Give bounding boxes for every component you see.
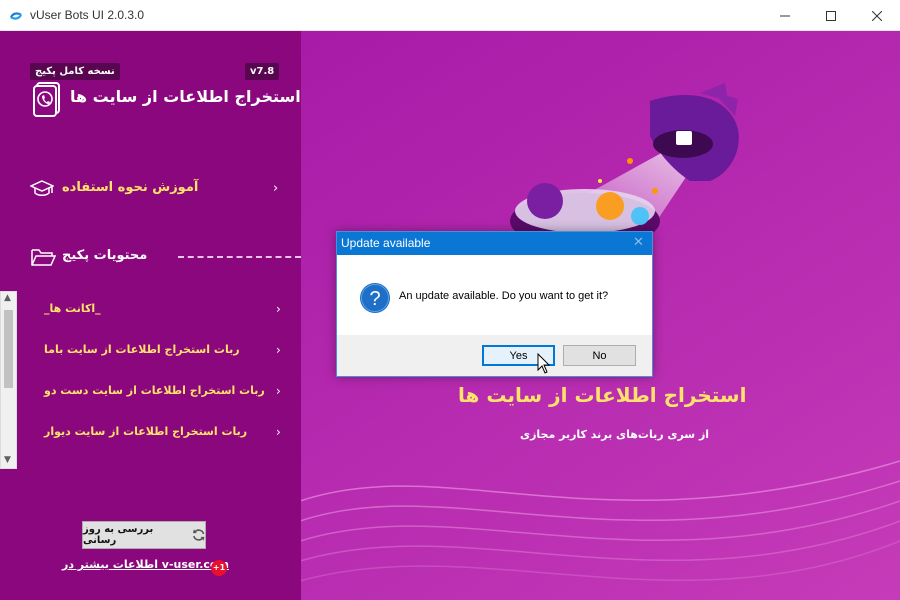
maximize-icon <box>826 10 836 21</box>
dialog-title: Update available <box>341 236 431 250</box>
update-dialog: Update available ✕ ? An update available… <box>336 231 653 377</box>
app-logo-icon <box>10 12 22 20</box>
sidebar: نسخه کامل پکیج v7.8 استخراج اطلاعات از س… <box>0 31 301 600</box>
dialog-footer: Yes No <box>337 335 652 376</box>
scroll-down-icon[interactable]: ▼ <box>4 455 11 465</box>
close-icon <box>872 10 882 21</box>
dialog-titlebar: Update available ✕ <box>337 232 652 255</box>
window-title: vUser Bots UI 2.0.3.0 <box>30 8 145 22</box>
question-icon: ? <box>360 283 390 313</box>
hero-title: استخراج اطلاعات از سایت ها <box>458 383 747 407</box>
chevron-right-icon: › <box>273 181 279 196</box>
app-name: استخراج اطلاعات از سایت ها <box>70 87 301 106</box>
scroll-up-icon[interactable]: ▲ <box>4 293 11 303</box>
hero-subtitle: از سری ربات‌های برند کاربر مجازی <box>520 428 710 441</box>
list-item-label: _اکانت ها_ <box>44 302 101 315</box>
no-button[interactable]: No <box>563 345 636 366</box>
phone-book-icon <box>33 82 60 117</box>
mouse-cursor-icon <box>537 353 551 374</box>
list-item-label: ربات استخراج اطلاعات از سایت باما <box>44 343 240 356</box>
more-info-link[interactable]: اطلاعات بیشتر در v-user.com <box>62 558 229 571</box>
list-item-accounts[interactable]: _اکانت ها_ › <box>44 300 289 322</box>
dashed-divider <box>178 256 301 258</box>
update-button-label: بررسی به روز رسانی <box>83 524 154 546</box>
window-titlebar: vUser Bots UI 2.0.3.0 <box>0 0 900 31</box>
close-button[interactable] <box>854 0 900 31</box>
list-item-divar-bot[interactable]: ربات استخراج اطلاعات از سایت دیوار › <box>44 423 289 445</box>
chevron-right-icon: › <box>276 302 281 316</box>
package-contents-header: محتویات پکیج <box>30 244 301 272</box>
maximize-button[interactable] <box>808 0 854 31</box>
folder-open-icon <box>31 249 56 266</box>
list-item-bama-bot[interactable]: ربات استخراج اطلاعات از سایت باما › <box>44 341 289 363</box>
package-badge: نسخه کامل پکیج <box>30 63 120 80</box>
dialog-body: ? An update available. Do you want to ge… <box>337 255 652 335</box>
svg-text:?: ? <box>369 288 380 310</box>
dialog-close-icon[interactable]: ✕ <box>633 235 644 250</box>
package-contents-label: محتویات پکیج <box>62 248 148 263</box>
list-item-label: ربات استخراج اطلاعات از سایت دیوار <box>44 425 248 438</box>
list-item-label: ربات استخراج اطلاعات از سایت دست دو <box>44 384 265 397</box>
sidebar-scrollbar[interactable]: ▲ ▼ <box>0 291 17 469</box>
list-item-dastdo-bot[interactable]: ربات استخراج اطلاعات از سایت دست دو › <box>44 382 289 404</box>
version-badge: v7.8 <box>245 63 280 80</box>
tutorial-label: آموزش نحوه استفاده <box>62 180 199 195</box>
graduation-cap-icon <box>30 180 54 196</box>
scrollbar-thumb[interactable] <box>4 310 13 388</box>
notification-badge: +1 <box>211 560 227 576</box>
minimize-button[interactable] <box>762 0 808 31</box>
chevron-right-icon: › <box>276 384 281 398</box>
tutorial-menu-item[interactable]: آموزش نحوه استفاده › <box>30 176 292 204</box>
dialog-message: An update available. Do you want to get … <box>399 290 609 302</box>
chevron-right-icon: › <box>276 425 281 439</box>
minimize-icon <box>780 15 790 16</box>
chevron-right-icon: › <box>276 343 281 357</box>
check-update-button[interactable]: بررسی به روز رسانی <box>82 521 206 549</box>
refresh-icon <box>192 529 205 541</box>
